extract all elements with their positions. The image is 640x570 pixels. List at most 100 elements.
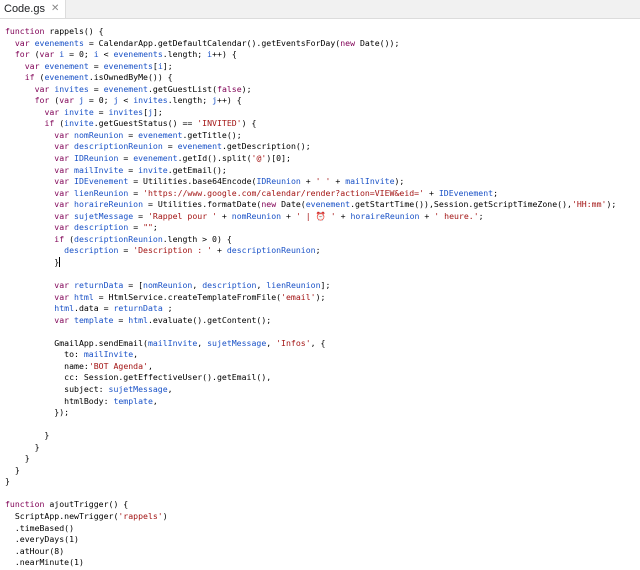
code-token: 'email' [281,291,316,302]
code-token: horaireReunion [74,199,144,210]
code-token: evenement [44,72,89,83]
code-line: .everyDays(1) [5,534,640,546]
code-token: ajoutTrigger() { [44,499,129,510]
code-token: = 0; [64,49,94,60]
code-token: invites [108,106,144,117]
code-line: GmailApp.sendEmail(mailInvite, sujetMess… [5,338,640,350]
code-token: new [340,37,356,48]
code-token: = [123,129,139,140]
code-token: name: [5,360,89,371]
code-token: function [5,26,45,36]
code-editor[interactable]: function rappels() { var evenements = Ca… [0,20,640,570]
code-token: .atHour(8) [5,545,65,556]
code-token: description [64,245,119,256]
code-token: false [217,83,242,94]
code-token: + [281,210,296,221]
code-token: ScriptApp.newTrigger( [5,510,119,521]
code-line: var description = ""; [5,222,640,234]
code-token: ( [49,95,60,106]
code-token: } [5,464,20,475]
code-token: .getDescription(); [221,141,311,152]
code-token: invite [64,118,94,129]
code-token: '@' [251,153,267,164]
code-token: } [5,430,50,441]
code-token: var [54,199,70,210]
code-line: if (invite.getGuestStatus() == 'INVITED'… [5,118,640,130]
code-token: evenement [103,83,148,94]
code-token: to: [5,349,84,360]
code-token: ' | ⏰ ' [295,210,336,221]
code-line: ScriptApp.newTrigger('rappels') [5,511,640,523]
code-line: var mailInvite = invite.getEmail(); [5,165,640,177]
code-token: , { [310,337,326,348]
code-token: ; [493,187,499,198]
code-token: .everyDays(1) [5,534,79,545]
code-token: var [54,153,70,164]
code-token: .nearMinute(1) [5,557,84,568]
code-token: 'Description : ' [133,245,213,256]
code-token: mailInvite [345,176,395,187]
code-token: ; [162,303,173,314]
code-token: invite [64,106,94,117]
code-line: } [5,257,640,269]
code-token: .length; [162,49,208,60]
code-token: + [424,187,439,198]
code-token: for [34,95,50,106]
code-token: + [330,176,346,187]
code-line: subject: sujetMessage, [5,384,640,396]
code-line: html.data = returnData ; [5,303,640,315]
code-token: .isOwnedByMe()) { [88,72,173,83]
code-line: var descriptionReunion = evenement.getDe… [5,141,640,153]
code-token: = HtmlService.createTemplateFromFile( [93,291,282,302]
code-token: ++) { [217,95,242,106]
code-line: var invites = evenement.getGuestList(fal… [5,84,640,96]
code-token: = Utilities.formatDate( [143,199,262,210]
code-token: IDReunion [256,176,301,187]
code-token: invite [138,164,168,175]
code-token: 'Rappel pour ' [147,210,217,221]
tab-code-gs[interactable]: Code.gs ✕ [0,0,67,18]
code-token: var [34,83,50,94]
code-line: if (descriptionReunion.length > 0) { [5,234,640,246]
code-token: var [54,187,70,198]
code-token: template [74,314,114,325]
code-token: = [118,153,134,164]
code-token: htmlBody: [5,395,114,406]
code-line: description = 'Description : ' + descrip… [5,245,640,257]
code-line: for (var i = 0; i < evenements.length; i… [5,49,640,61]
code-token: var [39,49,55,60]
code-token: , [167,383,173,394]
code-token: evenement [177,141,222,152]
code-token: sujetMessage [207,337,267,348]
code-token: }); [5,407,70,418]
code-token: nomReunion [74,129,124,140]
code-token: if [54,233,65,244]
close-icon[interactable]: ✕ [51,4,59,14]
code-token: returnData [74,280,124,291]
code-line: if (evenement.isOwnedByMe()) { [5,72,640,84]
code-token: evenement [305,199,351,210]
code-token: ; [152,222,158,233]
code-token: descriptionReunion [226,245,316,256]
code-token: evenements [113,49,163,60]
code-token: + [335,210,351,221]
code-token: Date()); [355,37,400,48]
code-token: var [54,176,70,187]
code-token: ]; [320,280,331,291]
code-token: for [14,49,30,60]
code-token: = [128,222,144,233]
code-line: name:'BOT Agenda', [5,361,640,373]
tab-title: Code.gs [4,3,45,15]
code-token: = [162,141,178,152]
code-token: .length > 0) { [162,233,232,244]
code-token: .timeBased() [5,522,75,533]
